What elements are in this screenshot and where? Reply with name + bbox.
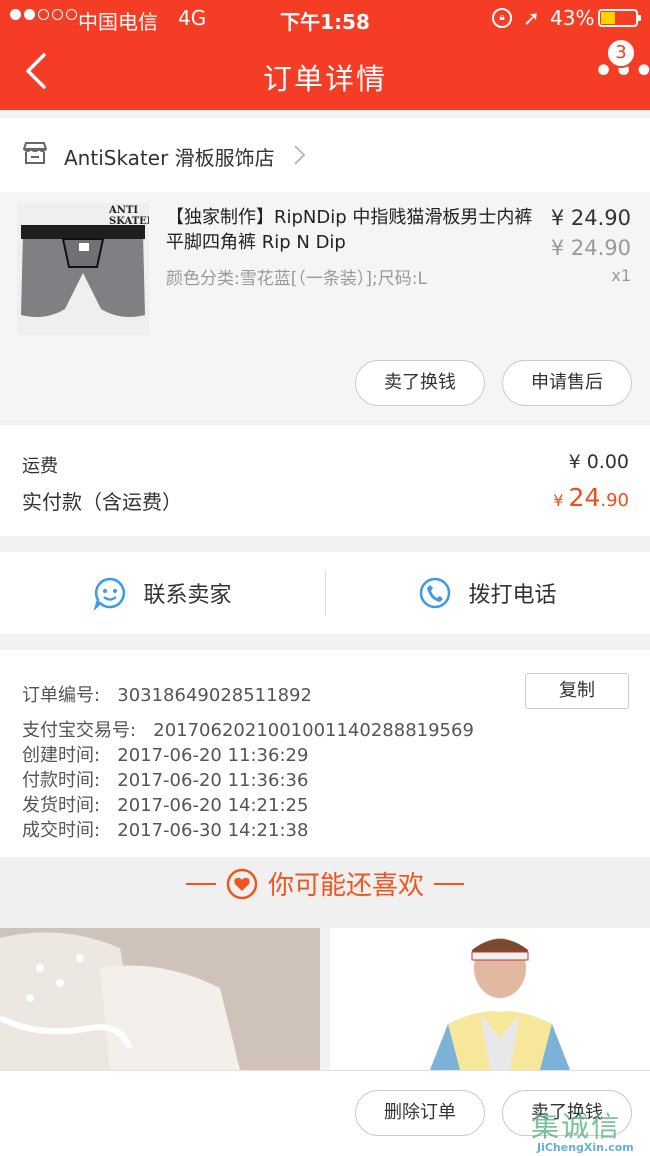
recommend-title: 你可能还喜欢 (267, 871, 424, 901)
shipping-value: ¥ 0.00 (568, 451, 629, 473)
more-dots-icon[interactable]: ••• (594, 57, 650, 87)
lace-sleeve-photo (0, 928, 320, 1070)
created-time-value: 2017-06-20 11:36:29 (117, 745, 309, 766)
paid-currency: ¥ (553, 491, 564, 510)
store-icon (23, 142, 47, 164)
model-photo (330, 928, 650, 1070)
heart-icon (226, 868, 258, 899)
created-time-label: 创建时间: (22, 745, 101, 766)
delete-order-button[interactable]: 删除订单 (355, 1090, 485, 1136)
shop-row[interactable]: AntiSkater 滑板服饰店 (0, 118, 650, 192)
paid-time-value: 2017-06-20 11:36:36 (117, 770, 309, 791)
watermark: 集诚信 JiChengXin.com (531, 1105, 649, 1155)
paid-time-row: 付款时间: 2017-06-20 11:36:36 (22, 766, 308, 792)
bottom-action-bar: 删除订单 卖了换钱 集诚信 JiChengXin.com (0, 1070, 650, 1156)
shipped-time-row: 发货时间: 2017-06-20 14:21:25 (22, 791, 308, 817)
paid-time-label: 付款时间: (22, 770, 101, 791)
rotation-lock-icon: 🔒︎ (492, 8, 512, 28)
page-title: 订单详情 (262, 62, 387, 96)
status-bar: 中国电信 4G 下午1:58 🔒︎ ➚ 43% (0, 0, 650, 36)
contact-seller-button[interactable]: 联系卖家 (0, 552, 325, 634)
product-original-price: ¥ 24.90 (550, 236, 631, 260)
after-sale-button[interactable]: 申请售后 (502, 360, 632, 406)
contact-bar: 联系卖家 拨打电话 (0, 552, 650, 634)
nav-bar: 订单详情 ••• 3 (0, 36, 650, 110)
call-phone-label: 拨打电话 (468, 583, 557, 608)
recommend-item-image[interactable] (0, 928, 320, 1070)
order-number-value: 30318649028511892 (117, 685, 312, 706)
battery-percent: 43% (550, 6, 595, 30)
shipped-time-value: 2017-06-20 14:21:25 (117, 795, 309, 816)
watermark-cn: 集诚信 (531, 1110, 622, 1143)
paid-integer: 24 (568, 483, 601, 512)
alipay-trade-label: 支付宝交易号: (22, 720, 137, 741)
shop-name[interactable]: AntiSkater 滑板服饰店 (64, 142, 275, 171)
sell-for-cash-button[interactable]: 卖了换钱 (355, 360, 485, 406)
paid-amount: ¥ 24.90 (553, 483, 629, 512)
recommend-item-image[interactable] (330, 928, 650, 1070)
location-arrow-icon: ➚ (523, 6, 540, 30)
product-price: ¥ 24.90 (550, 206, 631, 230)
alipay-trade-value: 2017062021001001140288819569 (153, 720, 474, 741)
product-image[interactable]: ANTI SKATER (17, 203, 149, 335)
shipped-time-label: 发货时间: (22, 795, 101, 816)
paid-label: 实付款（含运费） (22, 490, 182, 514)
order-totals: 运费 ¥ 0.00 实付款（含运费） ¥ 24.90 (0, 425, 650, 536)
recommend-left-line (185, 882, 216, 885)
paid-decimal: .90 (600, 490, 629, 511)
phone-icon (420, 577, 451, 609)
created-time-row: 创建时间: 2017-06-20 11:36:29 (22, 741, 308, 767)
product-sku: 颜色分类:雪花蓝[（一条装）];尺码:L (166, 269, 427, 289)
product-quantity: x1 (611, 266, 631, 285)
product-title[interactable]: 【独家制作】RipNDip 中指贱猫滑板男士内裤平脚四角裤 Rip N Dip (166, 205, 534, 255)
product-card[interactable]: ANTI SKATER 【独家制作】RipNDip 中指贱猫滑板男士内裤平脚四角… (0, 192, 650, 420)
chevron-right-icon (294, 145, 306, 165)
closed-time-label: 成交时间: (22, 820, 101, 841)
chat-bubble-icon (94, 577, 126, 610)
battery-icon (598, 9, 641, 27)
order-number-label: 订单编号: (22, 685, 101, 706)
closed-time-value: 2017-06-30 14:21:38 (117, 820, 309, 841)
alipay-trade-row: 支付宝交易号: 2017062021001001140288819569 (22, 716, 474, 742)
product-image-brand: ANTI SKATER (109, 205, 149, 227)
call-phone-button[interactable]: 拨打电话 (325, 552, 650, 634)
app-header: 中国电信 4G 下午1:58 🔒︎ ➚ 43% 订单详情 ••• 3 (0, 0, 650, 110)
contact-seller-label: 联系卖家 (143, 583, 232, 608)
notification-badge: 3 (606, 38, 636, 68)
order-info: 订单编号: 30318649028511892 复制 支付宝交易号: 20170… (0, 650, 650, 857)
shipping-label: 运费 (22, 456, 58, 477)
order-number-row: 订单编号: 30318649028511892 (22, 681, 312, 707)
recommend-header: 你可能还喜欢 (0, 857, 650, 927)
watermark-en: JiChengXin.com (537, 1141, 634, 1154)
recommend-right-line (434, 882, 464, 885)
closed-time-row: 成交时间: 2017-06-30 14:21:38 (22, 816, 308, 842)
copy-button[interactable]: 复制 (525, 673, 629, 709)
